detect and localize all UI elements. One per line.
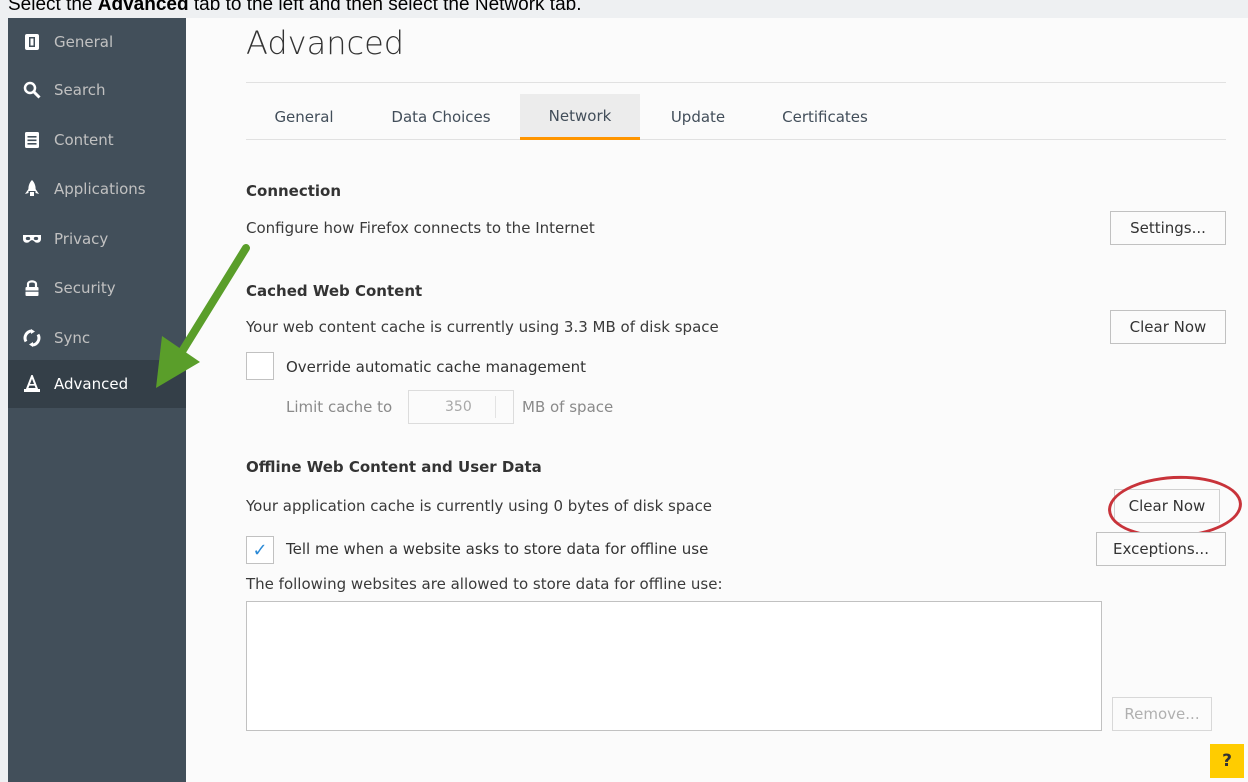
search-icon	[22, 80, 42, 100]
exceptions-button[interactable]: Exceptions...	[1096, 532, 1226, 566]
content-icon	[22, 130, 42, 150]
cache-limit-unit: MB of space	[522, 398, 614, 416]
sidebar-item-security[interactable]: Security	[8, 264, 186, 312]
sidebar-item-label: Content	[54, 131, 114, 149]
tab-network[interactable]: Network	[520, 94, 640, 140]
app-cache-description: Your application cache is currently usin…	[246, 497, 713, 515]
sidebar-item-label: Applications	[54, 180, 146, 198]
instruction-suffix: tab to the left and then select the Netw…	[188, 0, 582, 15]
checkmark-icon: ✓	[252, 539, 268, 561]
tab-bar: General Data Choices Network Update Cert…	[246, 94, 1226, 140]
page-title: Advanced	[246, 24, 405, 62]
tell-me-label: Tell me when a website asks to store dat…	[286, 540, 709, 558]
title-divider	[246, 82, 1226, 83]
instruction-prefix: Select the	[8, 0, 98, 15]
tab-certificates[interactable]: Certificates	[756, 94, 894, 140]
tab-update[interactable]: Update	[646, 94, 750, 140]
sidebar-item-advanced[interactable]: Advanced	[8, 360, 186, 408]
help-button[interactable]: ?	[1210, 744, 1244, 778]
general-icon	[22, 32, 42, 52]
sidebar-item-general[interactable]: General	[8, 18, 186, 66]
sidebar-item-label: Sync	[54, 329, 91, 347]
sidebar-item-label: Advanced	[54, 375, 129, 393]
sidebar-item-label: Security	[54, 279, 116, 297]
remove-site-button[interactable]: Remove...	[1112, 697, 1212, 731]
sidebar-item-label: General	[54, 33, 114, 51]
applications-icon	[22, 179, 42, 199]
sidebar-item-sync[interactable]: Sync	[8, 314, 186, 362]
sidebar: General Search Content Applications Priv…	[0, 18, 186, 782]
override-cache-label: Override automatic cache management	[286, 358, 586, 376]
clear-offline-data-button[interactable]: Clear Now	[1114, 489, 1220, 523]
tell-me-checkbox[interactable]: ✓	[246, 536, 274, 564]
instruction-banner: Select the Advanced tab to the left and …	[0, 0, 1248, 18]
lock-icon	[22, 278, 42, 298]
tab-data-choices[interactable]: Data Choices	[368, 94, 514, 140]
wizard-hat-icon	[22, 374, 42, 394]
limit-cache-label: Limit cache to	[286, 398, 393, 416]
cache-limit-input[interactable]: 350	[408, 390, 514, 424]
sidebar-item-content[interactable]: Content	[8, 116, 186, 164]
sidebar-edge	[0, 18, 8, 782]
clear-cache-button[interactable]: Clear Now	[1110, 310, 1226, 344]
sidebar-item-privacy[interactable]: Privacy	[8, 215, 186, 263]
tab-general[interactable]: General	[246, 94, 362, 140]
allowed-sites-list[interactable]	[246, 601, 1102, 731]
main-panel: Advanced General Data Choices Network Up…	[186, 18, 1248, 782]
connection-settings-button[interactable]: Settings...	[1110, 211, 1226, 245]
sidebar-item-label: Search	[54, 81, 106, 99]
cache-limit-spinner[interactable]	[495, 396, 507, 418]
cached-content-heading: Cached Web Content	[246, 282, 423, 300]
connection-heading: Connection	[246, 182, 342, 200]
sync-icon	[22, 328, 42, 348]
cache-limit-value: 350	[445, 399, 472, 415]
sidebar-item-applications[interactable]: Applications	[8, 165, 186, 213]
allowed-sites-label: The following websites are allowed to st…	[246, 575, 723, 593]
sidebar-item-label: Privacy	[54, 230, 109, 248]
offline-content-heading: Offline Web Content and User Data	[246, 458, 542, 476]
cache-usage-description: Your web content cache is currently usin…	[246, 318, 719, 336]
privacy-mask-icon	[22, 229, 42, 249]
connection-description: Configure how Firefox connects to the In…	[246, 219, 595, 237]
sidebar-item-search[interactable]: Search	[8, 66, 186, 114]
override-cache-checkbox[interactable]	[246, 352, 274, 380]
instruction-bold: Advanced	[97, 0, 189, 15]
